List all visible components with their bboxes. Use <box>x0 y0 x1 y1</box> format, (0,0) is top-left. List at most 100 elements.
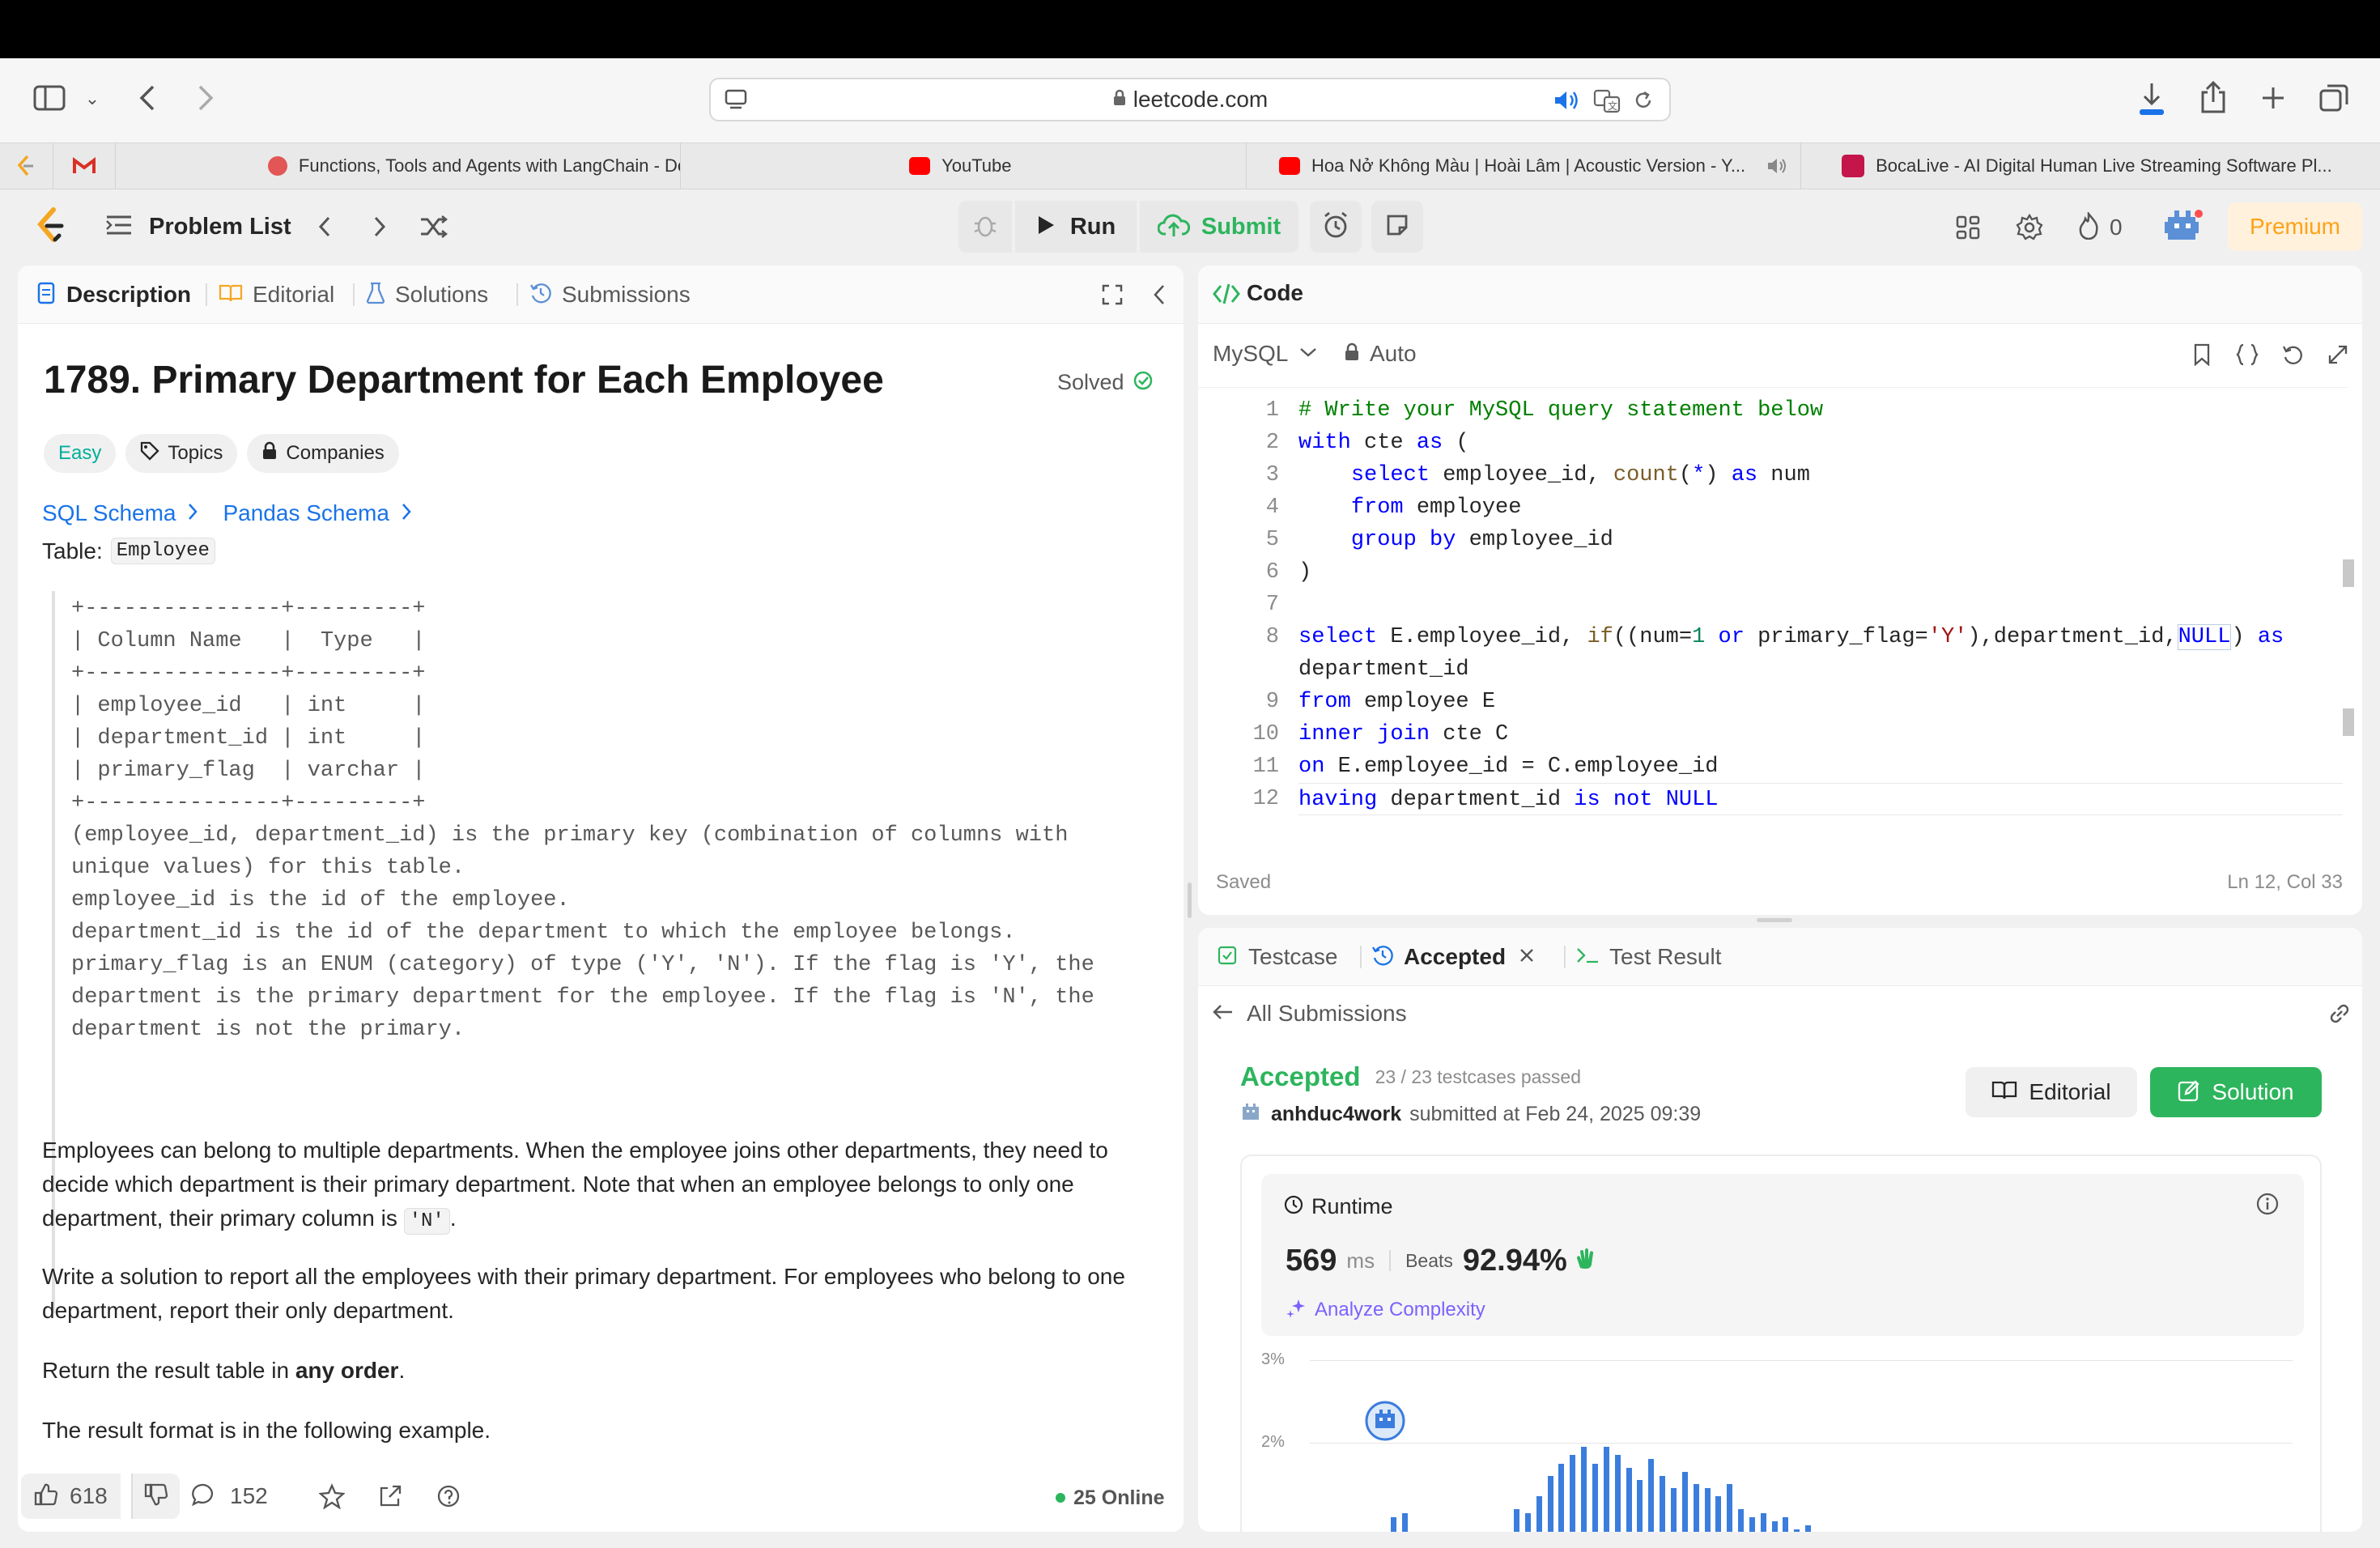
distribution-bar[interactable] <box>1390 1516 1396 1532</box>
distribution-bar[interactable] <box>1626 1467 1632 1532</box>
distribution-bar[interactable] <box>1603 1447 1609 1532</box>
distribution-bar[interactable] <box>1558 1463 1565 1532</box>
language-select[interactable]: MySQL <box>1213 334 1317 374</box>
like-button[interactable]: 618 <box>21 1474 121 1519</box>
chevron-down-icon[interactable]: ⌄ <box>81 83 104 115</box>
new-tab-icon[interactable] <box>2255 79 2291 117</box>
back-icon[interactable] <box>131 79 164 117</box>
gmail-pinned-tab[interactable] <box>53 142 116 189</box>
browser-tab-1[interactable]: Functions, Tools and Agents with LangCha… <box>116 142 682 189</box>
distribution-bar[interactable] <box>1401 1512 1408 1532</box>
share-icon[interactable] <box>2195 78 2231 118</box>
distribution-bar[interactable] <box>1727 1484 1733 1532</box>
tab-submissions[interactable]: Submissions <box>529 277 691 313</box>
browser-tab-2[interactable]: YouTube <box>681 142 1247 189</box>
distribution-bar[interactable] <box>1514 1508 1520 1532</box>
reload-icon[interactable] <box>1632 89 1655 117</box>
distribution-bar[interactable] <box>1681 1471 1688 1532</box>
distribution-bar[interactable] <box>1704 1488 1711 1532</box>
comments-button[interactable]: 152 <box>191 1474 268 1519</box>
dislike-button[interactable] <box>131 1474 180 1519</box>
problem-list-button[interactable]: Problem List <box>105 209 291 245</box>
all-submissions-link[interactable]: All Submissions <box>1211 996 1407 1031</box>
notes-button[interactable] <box>1371 201 1423 253</box>
sql-schema-link[interactable]: SQL Schema <box>42 500 176 526</box>
distribution-bar[interactable] <box>1749 1516 1755 1532</box>
distribution-bar[interactable] <box>1524 1512 1531 1532</box>
distribution-bar[interactable] <box>1660 1475 1666 1532</box>
runtime-summary[interactable]: Runtime 569 ms Beats 92.94% Analyze Comp… <box>1261 1174 2304 1336</box>
distribution-bar[interactable] <box>1715 1496 1722 1532</box>
distribution-bar[interactable] <box>1536 1496 1542 1532</box>
panel-resize-handle[interactable] <box>1188 882 1192 918</box>
distribution-bar[interactable] <box>1805 1525 1812 1532</box>
distribution-bar[interactable] <box>1783 1516 1789 1532</box>
distribution-bar[interactable] <box>1794 1529 1800 1532</box>
shuffle-icon[interactable] <box>416 209 452 245</box>
run-button[interactable]: Run <box>1015 201 1137 253</box>
submit-button[interactable]: Submit <box>1140 201 1298 253</box>
browser-tab-4[interactable]: BocaLive - AI Digital Human Live Streami… <box>1801 142 2380 189</box>
panel-resize-handle[interactable] <box>1757 918 1792 922</box>
companies-button[interactable]: Companies <box>247 434 399 473</box>
premium-button[interactable]: Premium <box>2228 202 2362 251</box>
tab-audio-icon[interactable] <box>1766 156 1789 181</box>
code-editor[interactable]: 1 2 3 4 5 6 7 8 9 10 11 12 # Write your MySQL query… <box>1198 387 2354 815</box>
translate-icon[interactable]: 文 <box>1593 89 1621 119</box>
format-braces-icon[interactable] <box>2233 340 2262 369</box>
expand-icon[interactable] <box>2323 340 2352 369</box>
tab-testcase[interactable]: Testcase <box>1218 939 1338 975</box>
scrollbar-thumb[interactable] <box>2343 559 2354 587</box>
distribution-bar[interactable] <box>1693 1484 1699 1532</box>
auto-mode-toggle[interactable]: Auto <box>1344 334 1417 374</box>
tab-overview-icon[interactable] <box>2315 79 2352 117</box>
tab-test-result[interactable]: Test Result <box>1575 939 1722 975</box>
bookmark-icon[interactable] <box>2187 340 2216 369</box>
prev-problem-icon[interactable] <box>311 209 338 245</box>
pandas-schema-link[interactable]: Pandas Schema <box>223 500 389 526</box>
avatar[interactable] <box>2163 207 2204 252</box>
page-menu-icon[interactable] <box>724 87 748 117</box>
link-icon[interactable] <box>2325 999 2354 1028</box>
tab-description[interactable]: Description <box>37 277 191 313</box>
close-icon[interactable] <box>1519 947 1535 968</box>
distribution-bar[interactable] <box>1570 1455 1576 1532</box>
distribution-bar[interactable] <box>1670 1488 1677 1532</box>
browser-tab-3[interactable]: Hoa Nở Không Màu | Hoài Lâm | Acoustic V… <box>1247 142 1802 189</box>
layout-icon[interactable] <box>1949 209 1987 246</box>
speaker-icon[interactable] <box>1553 89 1580 117</box>
topics-button[interactable]: Topics <box>125 434 238 473</box>
share-external-icon[interactable] <box>374 1480 406 1512</box>
leetcode-logo-icon[interactable] <box>34 207 66 249</box>
solution-button[interactable]: Solution <box>2150 1067 2322 1117</box>
address-bar[interactable]: leetcode.com 文 <box>709 78 1671 121</box>
timer-button[interactable] <box>1310 201 1362 253</box>
reset-icon[interactable] <box>2278 340 2307 369</box>
tab-solutions[interactable]: Solutions <box>366 277 488 313</box>
tab-accepted[interactable]: Accepted <box>1371 939 1535 975</box>
help-icon[interactable] <box>432 1480 465 1512</box>
next-problem-icon[interactable] <box>366 209 393 245</box>
settings-gear-icon[interactable] <box>2011 209 2048 246</box>
info-icon[interactable] <box>2255 1192 2280 1220</box>
distribution-bar[interactable] <box>1771 1520 1778 1532</box>
collapse-chevron-icon[interactable] <box>1146 282 1172 308</box>
leetcode-pinned-tab[interactable] <box>0 142 53 189</box>
distribution-bar[interactable] <box>1581 1447 1587 1532</box>
distribution-bar[interactable] <box>1760 1512 1766 1532</box>
download-icon[interactable] <box>2134 79 2170 120</box>
distribution-bar[interactable] <box>1547 1475 1553 1532</box>
star-icon[interactable] <box>316 1480 348 1512</box>
distribution-bar[interactable] <box>1738 1508 1745 1532</box>
distribution-bar[interactable] <box>1648 1459 1655 1532</box>
maximize-icon[interactable] <box>1099 282 1125 308</box>
distribution-bar[interactable] <box>1614 1455 1621 1532</box>
forward-icon[interactable] <box>189 79 222 117</box>
sidebar-toggle-icon[interactable] <box>31 79 68 117</box>
editorial-button[interactable]: Editorial <box>1966 1067 2137 1117</box>
tab-editorial[interactable]: Editorial <box>219 277 334 313</box>
debug-button[interactable] <box>958 201 1012 253</box>
streak-counter[interactable]: 0 <box>2077 209 2123 246</box>
distribution-bar[interactable] <box>1592 1463 1598 1532</box>
analyze-complexity-button[interactable]: Analyze Complexity <box>1286 1295 1485 1325</box>
